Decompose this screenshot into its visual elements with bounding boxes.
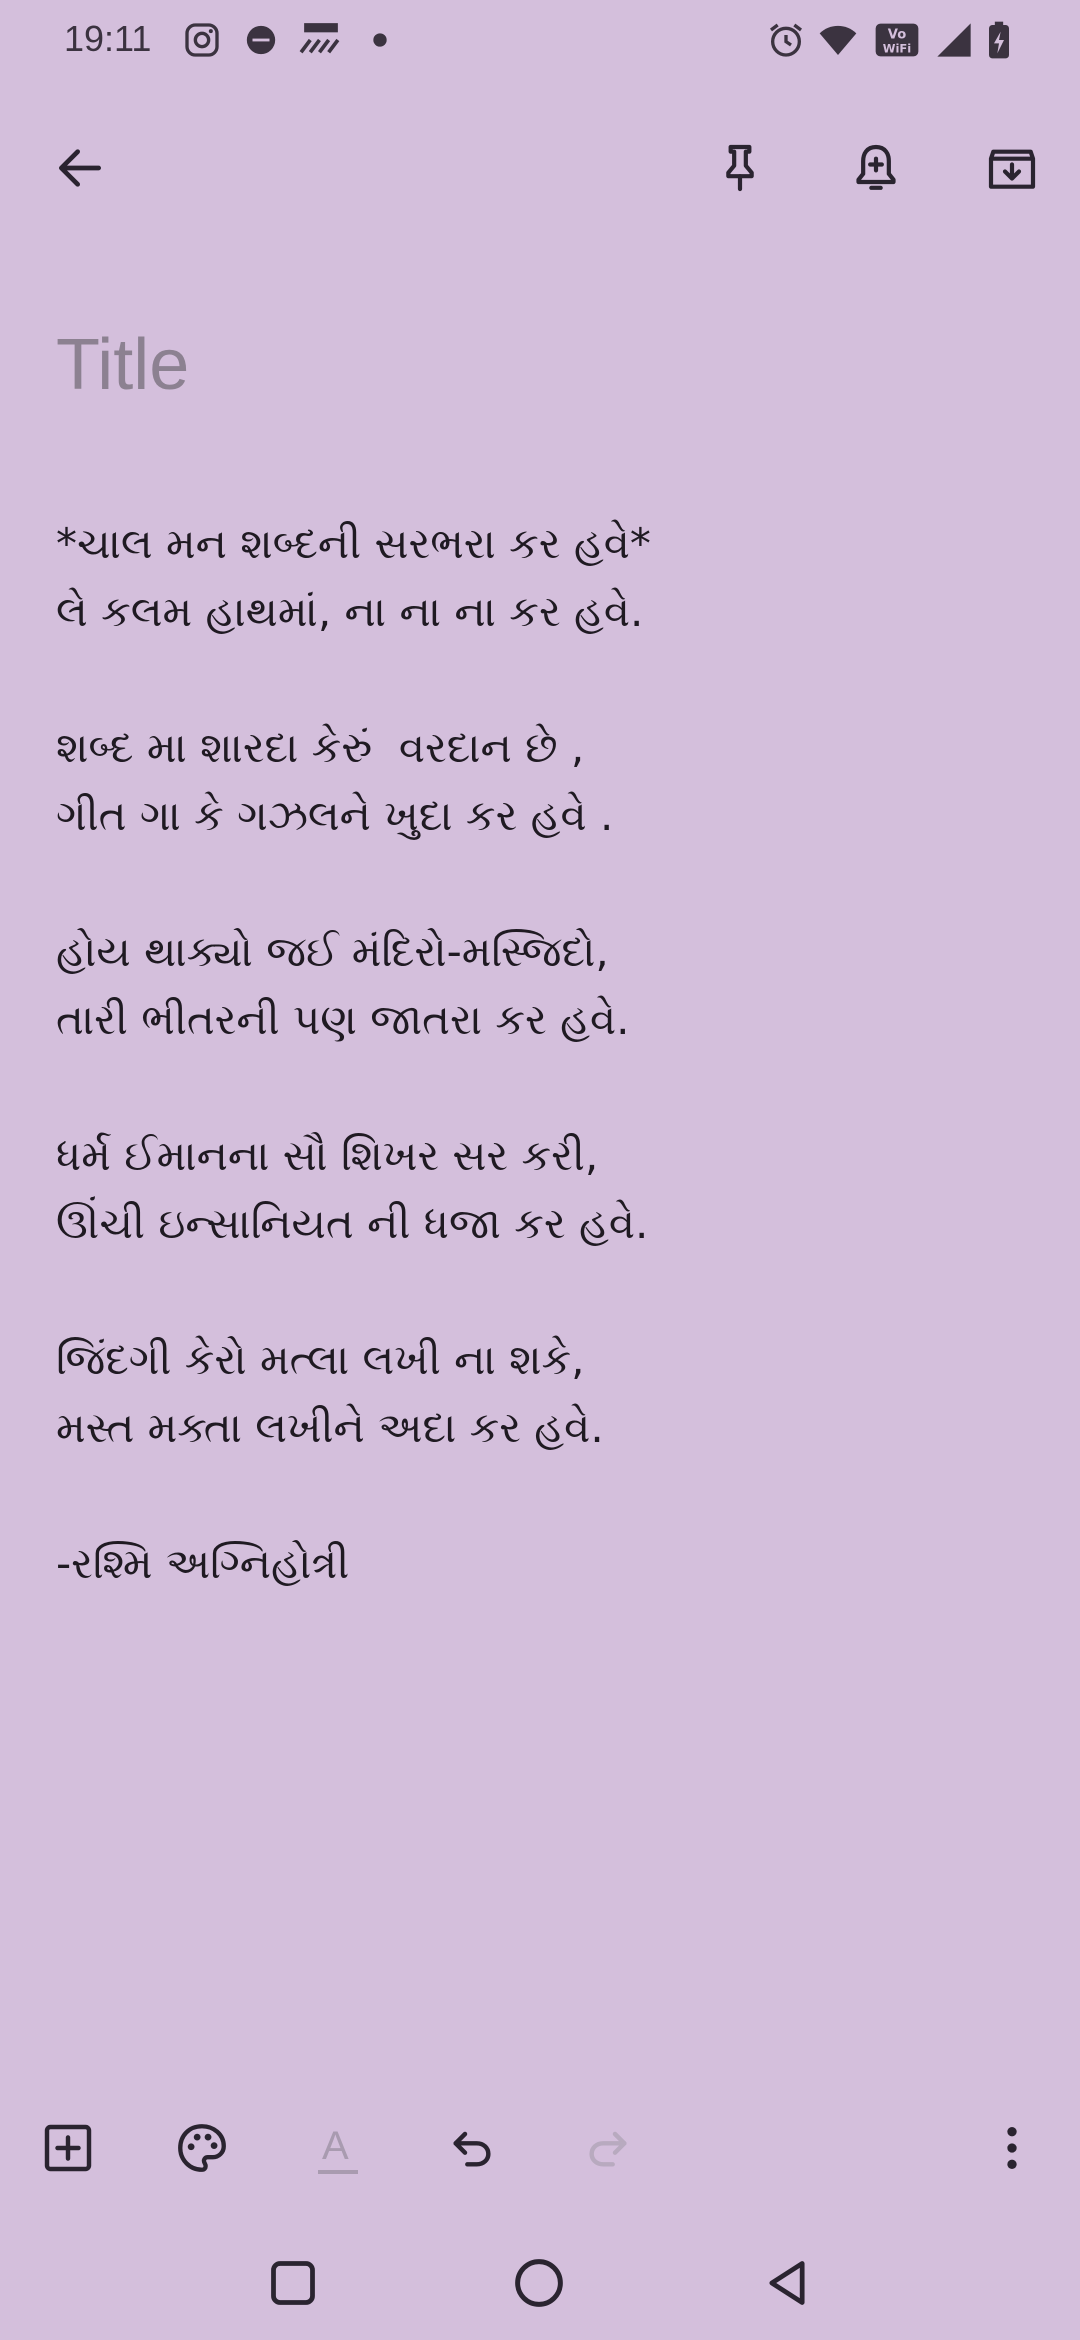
recents-button[interactable]	[258, 2250, 328, 2320]
redo-button	[568, 2110, 648, 2190]
more-vert-icon	[984, 2120, 1040, 2180]
text-format-button: A	[298, 2110, 378, 2190]
wifi-icon	[816, 20, 860, 64]
note-body-text[interactable]: *ચાલ મન શબ્દની સરભરા કર હવે* લે કલમ હાથમ…	[56, 510, 1016, 1598]
pin-icon	[712, 140, 768, 200]
more-options-button[interactable]	[972, 2110, 1052, 2190]
editor-bottom-toolbar: A	[0, 2100, 1080, 2200]
undo-button[interactable]	[432, 2110, 512, 2190]
back-arrow-icon	[52, 140, 108, 200]
add-box-icon	[40, 2120, 96, 2180]
svg-text:Vo: Vo	[888, 27, 906, 42]
text-format-icon: A	[310, 2122, 366, 2178]
pin-button[interactable]	[700, 130, 780, 210]
status-bar: 19:11 Vo WiFi	[0, 0, 1080, 80]
system-nav-bar	[0, 2230, 1080, 2340]
text-format-glyph: A	[322, 2124, 349, 2168]
vowifi-icon: Vo WiFi	[874, 20, 920, 64]
back-triangle-icon	[761, 2257, 813, 2313]
palette-icon	[173, 2119, 231, 2181]
text-format-underline	[318, 2170, 358, 2174]
cars24-icon	[298, 20, 344, 64]
archive-button[interactable]	[972, 130, 1052, 210]
note-app-bar	[0, 120, 1080, 220]
archive-icon	[984, 140, 1040, 200]
recents-square-icon	[267, 2257, 319, 2313]
zee-app-icon	[244, 20, 278, 64]
note-title-input[interactable]	[56, 320, 1016, 410]
status-time: 19:11	[64, 18, 152, 59]
redo-icon	[580, 2120, 636, 2180]
signal-icon	[934, 20, 974, 64]
battery-charging-icon	[986, 20, 1012, 64]
back-button[interactable]	[40, 130, 120, 210]
dot-icon	[370, 20, 390, 64]
background-color-button[interactable]	[162, 2110, 242, 2190]
home-button[interactable]	[504, 2250, 574, 2320]
undo-icon	[444, 2120, 500, 2180]
instagram-icon	[182, 20, 222, 64]
alarm-icon	[766, 20, 806, 64]
reminder-button[interactable]	[836, 130, 916, 210]
back-nav-button[interactable]	[752, 2250, 822, 2320]
reminder-bell-icon	[848, 140, 904, 200]
svg-text:WiFi: WiFi	[883, 41, 911, 55]
add-content-button[interactable]	[28, 2110, 108, 2190]
home-circle-icon	[512, 2256, 566, 2314]
